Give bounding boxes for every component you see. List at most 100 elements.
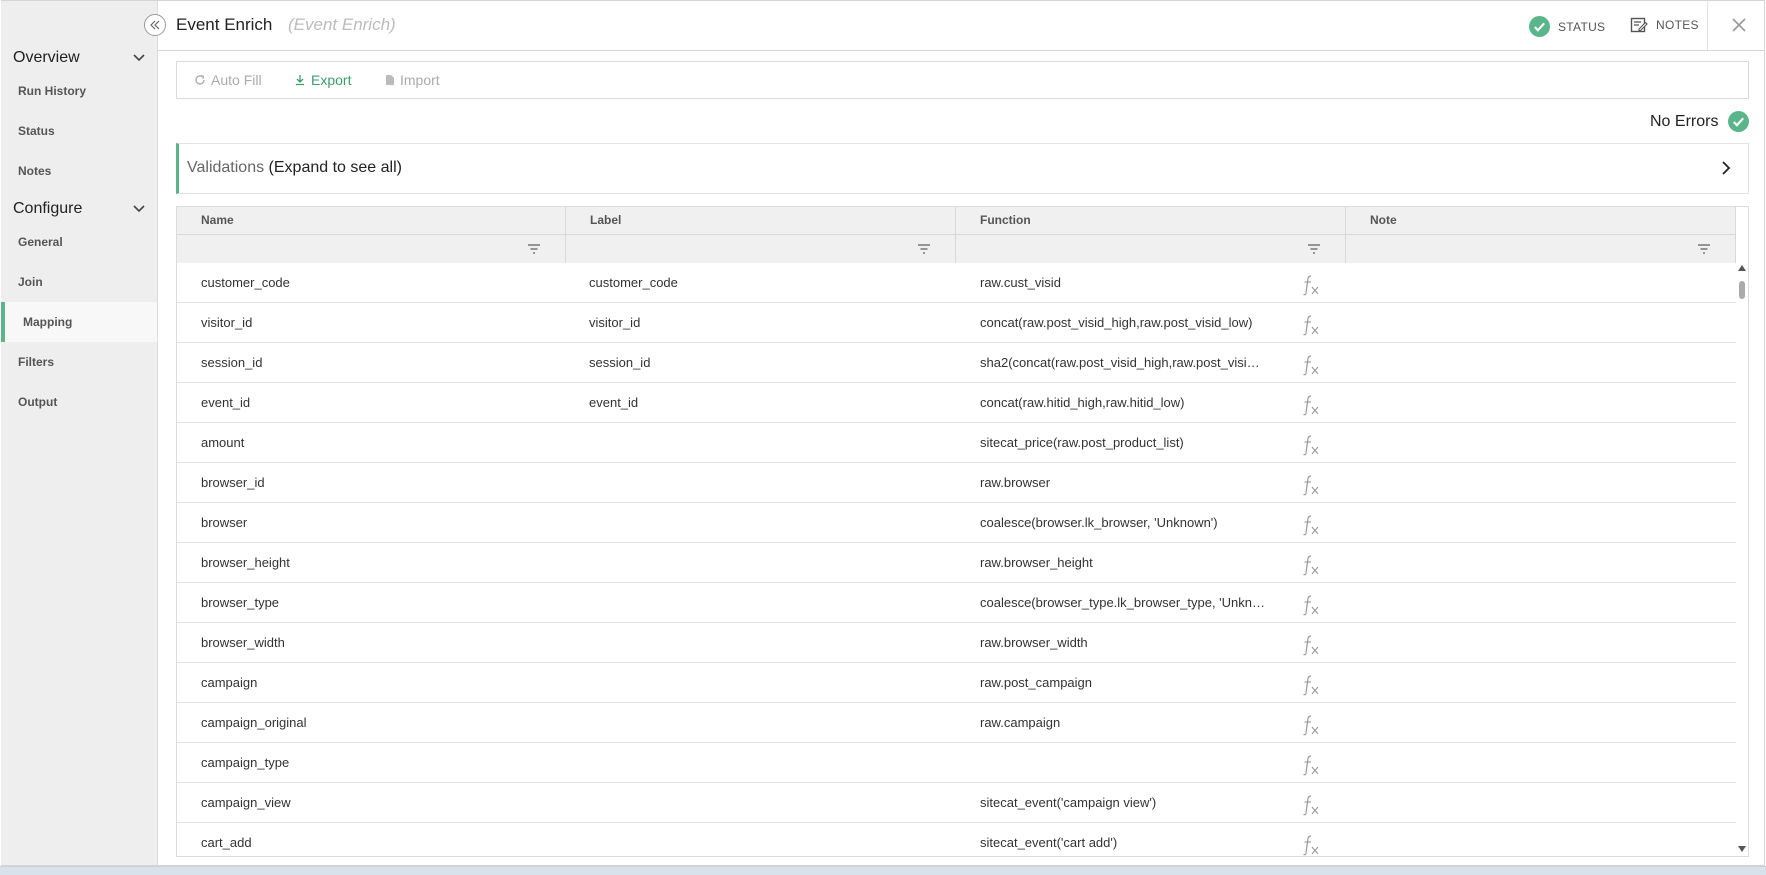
cell-label[interactable]: visitor_id — [589, 303, 939, 343]
cell-function[interactable]: raw.cust_visid — [980, 263, 1266, 303]
table-row[interactable]: browser_type coalesce(browser_type.lk_bro… — [177, 583, 1736, 623]
table-row[interactable]: campaign_type — [177, 743, 1736, 783]
sidebar-item-join[interactable]: Join — [1, 262, 157, 302]
cell-name[interactable]: campaign_view — [201, 783, 551, 823]
table-row[interactable]: amount sitecat_price(raw.post_product_lis… — [177, 423, 1736, 463]
cell-label[interactable] — [589, 663, 939, 703]
cell-name[interactable]: browser_height — [201, 543, 551, 583]
table-row[interactable]: visitor_id visitor_id concat(raw.post_visi… — [177, 303, 1736, 343]
function-editor-icon[interactable] — [1302, 794, 1320, 816]
function-editor-icon[interactable] — [1302, 634, 1320, 656]
cell-function[interactable]: sitecat_event('campaign view') — [980, 783, 1266, 823]
cell-note[interactable] — [1370, 503, 1720, 543]
column-header-note[interactable]: Note — [1346, 207, 1736, 263]
column-header-name[interactable]: Name — [177, 207, 566, 263]
cell-note[interactable] — [1370, 423, 1720, 463]
scrollbar-thumb[interactable] — [1739, 281, 1745, 299]
cell-label[interactable] — [589, 823, 939, 856]
cell-function[interactable]: sha2(concat(raw.post_visid_high,raw.post… — [980, 343, 1266, 383]
sidebar-item-status[interactable]: Status — [1, 111, 157, 151]
sidebar-item-output[interactable]: Output — [1, 382, 157, 422]
cell-name[interactable]: campaign — [201, 663, 551, 703]
cell-function[interactable]: raw.browser_height — [980, 543, 1266, 583]
cell-name[interactable]: campaign_original — [201, 703, 551, 743]
function-editor-icon[interactable] — [1302, 714, 1320, 736]
cell-note[interactable] — [1370, 783, 1720, 823]
cell-note[interactable] — [1370, 703, 1720, 743]
validations-panel[interactable]: Validations (Expand to see all) — [176, 143, 1749, 194]
cell-label[interactable] — [589, 583, 939, 623]
filter-icon[interactable] — [1307, 243, 1321, 255]
cell-name[interactable]: browser_id — [201, 463, 551, 503]
cell-name[interactable]: amount — [201, 423, 551, 463]
vertical-scrollbar[interactable] — [1736, 263, 1748, 856]
cell-note[interactable] — [1370, 303, 1720, 343]
chevron-down-icon[interactable] — [132, 202, 146, 216]
function-editor-icon[interactable] — [1302, 554, 1320, 576]
cell-function[interactable] — [980, 743, 1266, 783]
function-editor-icon[interactable] — [1302, 434, 1320, 456]
function-editor-icon[interactable] — [1302, 274, 1320, 296]
cell-label[interactable] — [589, 783, 939, 823]
cell-note[interactable] — [1370, 583, 1720, 623]
sidebar-section-configure[interactable]: Configure — [13, 200, 82, 218]
cell-note[interactable] — [1370, 823, 1720, 856]
table-row[interactable]: campaign raw.post_campaign — [177, 663, 1736, 703]
cell-label[interactable] — [589, 703, 939, 743]
cell-note[interactable] — [1370, 663, 1720, 703]
cell-name[interactable]: browser_width — [201, 623, 551, 663]
column-header-function[interactable]: Function — [956, 207, 1346, 263]
sidebar-item-mapping[interactable]: Mapping — [1, 302, 157, 342]
cell-label[interactable] — [589, 423, 939, 463]
auto-fill-button[interactable]: Auto Fill — [194, 72, 262, 88]
cell-function[interactable]: raw.browser_width — [980, 623, 1266, 663]
status-button[interactable]: STATUS — [1529, 16, 1605, 37]
cell-name[interactable]: session_id — [201, 343, 551, 383]
function-editor-icon[interactable] — [1302, 354, 1320, 376]
filter-icon[interactable] — [1697, 243, 1711, 255]
cell-function[interactable]: raw.post_campaign — [980, 663, 1266, 703]
collapse-sidebar-button[interactable] — [144, 14, 166, 36]
close-icon[interactable] — [1730, 16, 1748, 34]
import-button[interactable]: Import — [385, 72, 440, 88]
cell-name[interactable]: campaign_type — [201, 743, 551, 783]
cell-function[interactable]: coalesce(browser_type.lk_browser_type, '… — [980, 583, 1266, 623]
sidebar-item-general[interactable]: General — [1, 222, 157, 262]
scroll-down-arrow-icon[interactable] — [1738, 846, 1746, 852]
function-editor-icon[interactable] — [1302, 514, 1320, 536]
cell-name[interactable]: cart_add — [201, 823, 551, 856]
cell-note[interactable] — [1370, 543, 1720, 583]
cell-label[interactable] — [589, 623, 939, 663]
cell-function[interactable]: concat(raw.hitid_high,raw.hitid_low) — [980, 383, 1266, 423]
cell-label[interactable] — [589, 503, 939, 543]
cell-function[interactable]: raw.campaign — [980, 703, 1266, 743]
table-row[interactable]: browser_id raw.browser — [177, 463, 1736, 503]
chevron-down-icon[interactable] — [132, 51, 146, 65]
cell-function[interactable]: raw.browser — [980, 463, 1266, 503]
cell-label[interactable]: event_id — [589, 383, 939, 423]
cell-note[interactable] — [1370, 743, 1720, 783]
function-editor-icon[interactable] — [1302, 754, 1320, 776]
cell-name[interactable]: event_id — [201, 383, 551, 423]
cell-label[interactable]: session_id — [589, 343, 939, 383]
cell-name[interactable]: browser_type — [201, 583, 551, 623]
cell-note[interactable] — [1370, 383, 1720, 423]
sidebar-item-notes[interactable]: Notes — [1, 151, 157, 191]
function-editor-icon[interactable] — [1302, 594, 1320, 616]
table-row[interactable]: browser_width raw.browser_width — [177, 623, 1736, 663]
table-row[interactable]: campaign_view sitecat_event('campaign vie… — [177, 783, 1736, 823]
sidebar-item-run-history[interactable]: Run History — [1, 71, 157, 111]
cell-name[interactable]: visitor_id — [201, 303, 551, 343]
cell-label[interactable] — [589, 743, 939, 783]
cell-function[interactable]: concat(raw.post_visid_high,raw.post_visi… — [980, 303, 1266, 343]
table-row[interactable]: event_id event_id concat(raw.hitid_high,ra… — [177, 383, 1736, 423]
table-row[interactable]: session_id session_id sha2(concat(raw.post… — [177, 343, 1736, 383]
cell-note[interactable] — [1370, 263, 1720, 303]
cell-function[interactable]: sitecat_event('cart add') — [980, 823, 1266, 856]
cell-name[interactable]: customer_code — [201, 263, 551, 303]
table-row[interactable]: browser_height raw.browser_height — [177, 543, 1736, 583]
scroll-up-arrow-icon[interactable] — [1738, 265, 1746, 271]
table-row[interactable]: cart_add sitecat_event('cart add') — [177, 823, 1736, 856]
cell-note[interactable] — [1370, 623, 1720, 663]
cell-note[interactable] — [1370, 343, 1720, 383]
